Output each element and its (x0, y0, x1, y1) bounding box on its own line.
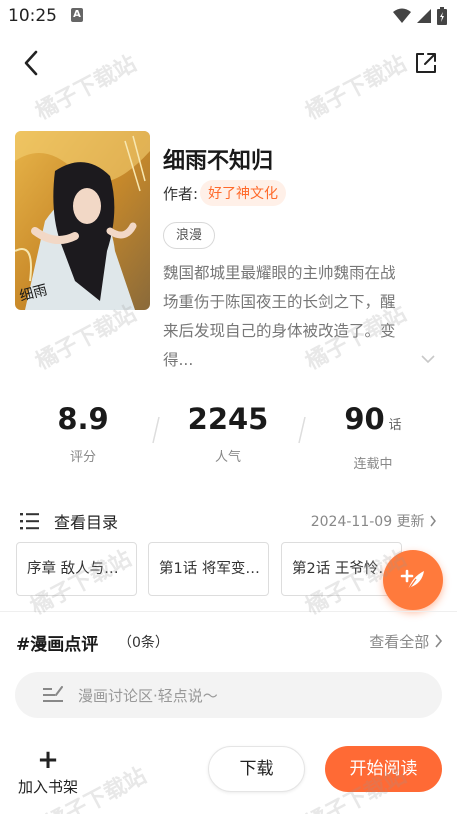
notification-icon: A (71, 8, 83, 22)
view-all-label: 查看全部 (369, 633, 430, 651)
plus-icon: + (37, 745, 59, 775)
add-to-shelf-label: 加入书架 (17, 778, 78, 796)
chapter-item[interactable]: 第1话 将军变… (148, 542, 269, 596)
description-line: 来后发现自己的身体被改造了。变 (163, 322, 396, 340)
catalog-row[interactable]: 查看目录 2024-11-09 更新 (0, 506, 457, 534)
chevron-down-icon[interactable] (420, 352, 436, 366)
status-icons (393, 6, 447, 26)
stat-label: 人气 (214, 450, 241, 465)
download-button[interactable]: 下载 (208, 746, 305, 792)
stat-value: 2245 (187, 402, 269, 436)
top-navigation (0, 40, 457, 86)
comment-input[interactable]: 漫画讨论区·轻点说～ (15, 672, 442, 718)
add-to-shelf-button[interactable]: + 加入书架 (14, 746, 82, 802)
description-line: 得... (163, 351, 194, 369)
description-line: 场重伤于陈国夜王的长剑之下，醒 (163, 293, 396, 311)
section-divider (0, 611, 457, 612)
back-button[interactable] (16, 48, 46, 78)
description-line: 魏国都城里最耀眼的主帅魏雨在战 (163, 264, 396, 282)
stat-rating: 8.9 评分 (8, 400, 158, 465)
catalog-label[interactable]: 查看目录 (54, 509, 118, 533)
review-count: （0条） (118, 635, 169, 651)
signal-icon (417, 9, 431, 23)
bottom-action-bar: + 加入书架 下载 开始阅读 (0, 740, 457, 814)
chevron-right-icon (430, 515, 436, 527)
back-arrow-icon (24, 50, 38, 76)
review-section-header: #漫画点评 （0条） 查看全部 (0, 627, 457, 655)
battery-icon (437, 7, 447, 25)
comic-cover-image[interactable]: 细雨 (15, 131, 150, 310)
list-icon (20, 513, 39, 530)
cover-illustration: 细雨 (15, 131, 150, 310)
status-time: 10:25 (8, 6, 57, 26)
start-reading-button[interactable]: 开始阅读 (325, 746, 442, 792)
stat-unit: 话 (388, 418, 402, 433)
stats-row: 8.9 评分 2245 人气 90 话 连载中 (0, 400, 457, 472)
author-label: 作者: (163, 184, 199, 203)
update-date-text: 2024-11-09 更新 (310, 514, 425, 530)
status-bar: 10:25 A (0, 0, 457, 34)
share-button[interactable] (411, 48, 441, 78)
chapter-item[interactable]: 序章 敌人与… (16, 542, 137, 596)
stat-value: 90 (344, 402, 385, 436)
wifi-icon (393, 8, 411, 23)
feather-plus-icon (400, 569, 424, 591)
comic-description[interactable]: 魏国都城里最耀眼的主帅魏雨在战 场重伤于陈国夜王的长剑之下，醒 来后发现自己的身… (163, 259, 443, 375)
stat-episodes: 90 话 连载中 (298, 400, 448, 472)
chevron-right-icon (435, 634, 443, 648)
update-date[interactable]: 2024-11-09 更新 (311, 511, 437, 531)
genre-tag[interactable]: 浪漫 (163, 222, 216, 249)
author-name-tag[interactable]: 好了神文化 (200, 180, 287, 206)
author-row: 作者: 好了神文化 (163, 179, 287, 207)
review-section-title: #漫画点评 (16, 635, 99, 655)
write-review-fab[interactable] (383, 550, 443, 610)
stat-popularity: 2245 人气 (153, 400, 303, 465)
comment-placeholder: 漫画讨论区·轻点说～ (78, 687, 218, 705)
view-all-reviews-link[interactable]: 查看全部 (369, 631, 443, 652)
stat-value: 8.9 (57, 402, 109, 436)
stat-label: 连载中 (353, 457, 393, 472)
comment-edit-icon (43, 686, 63, 702)
stat-label: 评分 (69, 450, 96, 465)
comic-title: 细雨不知归 (163, 149, 274, 174)
share-icon (416, 53, 436, 73)
